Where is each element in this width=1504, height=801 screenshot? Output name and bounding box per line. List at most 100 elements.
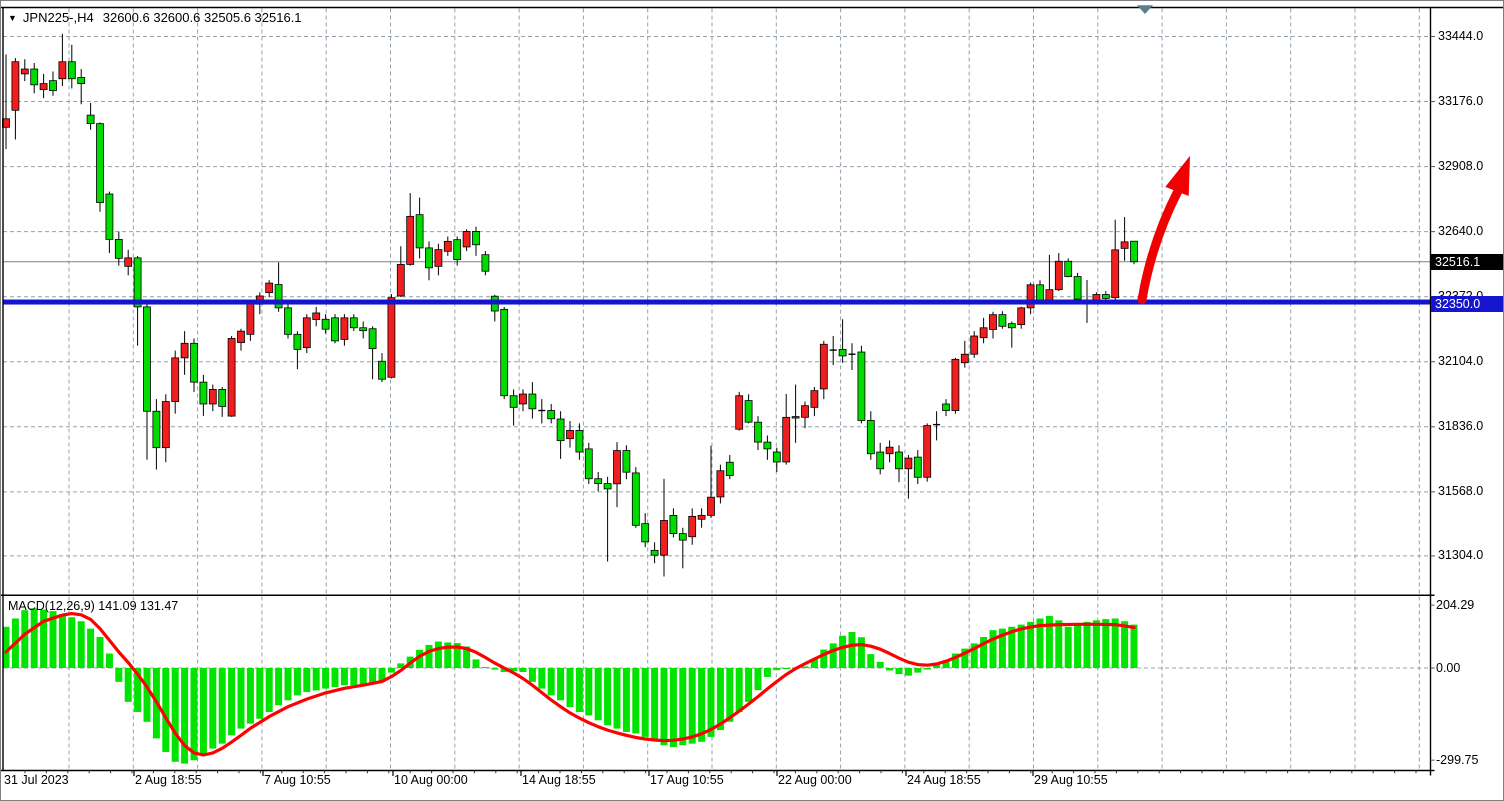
candles — [3, 34, 1138, 577]
candle — [961, 341, 968, 368]
level-price-tag: 32350.0 — [1431, 296, 1504, 312]
candle — [773, 448, 780, 472]
candle — [12, 58, 19, 139]
symbol-dropdown-icon[interactable]: ▼ — [8, 13, 17, 23]
candle — [40, 74, 47, 98]
candle — [698, 508, 705, 527]
current-price-tag: 32516.1 — [1431, 254, 1504, 270]
time-axis-label: 14 Aug 18:55 — [522, 773, 596, 787]
time-axis-label: 7 Aug 10:55 — [264, 773, 331, 787]
candle — [115, 232, 122, 266]
symbol-period-label: JPN225-,H4 — [23, 10, 94, 25]
candle — [200, 375, 207, 416]
candle — [585, 443, 592, 484]
trend-arrow[interactable] — [1142, 191, 1178, 300]
candle — [266, 280, 273, 297]
candle — [426, 241, 433, 280]
candle — [238, 329, 245, 351]
candle — [867, 411, 874, 460]
candle — [144, 304, 151, 459]
candle — [736, 392, 743, 431]
candle — [990, 312, 997, 339]
price-axis-label: 31568.0 — [1438, 484, 1483, 499]
candle — [21, 59, 28, 81]
panel-frame — [1, 8, 1504, 777]
macd-histogram — [3, 608, 1138, 763]
candle — [397, 246, 404, 297]
chart-canvas[interactable] — [1, 1, 1504, 801]
candle — [933, 411, 940, 440]
candle — [97, 122, 104, 211]
candle — [632, 467, 639, 528]
candle — [125, 250, 132, 275]
candle — [924, 423, 931, 481]
price-axis-label: 33444.0 — [1438, 29, 1483, 44]
candle — [360, 321, 367, 338]
candle — [1131, 241, 1138, 264]
candle — [820, 341, 827, 399]
time-axis-label: 22 Aug 00:00 — [778, 773, 852, 787]
candle — [623, 445, 630, 479]
candle — [313, 307, 320, 326]
candle — [510, 389, 517, 425]
candle — [491, 295, 498, 322]
candle — [78, 69, 85, 104]
candle — [905, 455, 912, 499]
macd-axis-label: -299.75 — [1436, 753, 1478, 768]
candle — [59, 34, 66, 86]
candle — [228, 336, 235, 417]
candle — [642, 513, 649, 547]
candle — [980, 318, 987, 343]
candle — [350, 314, 357, 331]
candle — [914, 450, 921, 484]
candle — [783, 394, 790, 465]
candle — [896, 445, 903, 482]
time-marker-icon[interactable] — [1137, 5, 1153, 14]
candle — [369, 326, 376, 379]
candle — [689, 508, 696, 544]
candle — [416, 198, 423, 259]
candle — [538, 399, 545, 423]
candle — [106, 192, 113, 253]
candle — [764, 436, 771, 460]
candle — [1027, 283, 1034, 315]
candle — [1008, 321, 1015, 347]
candle — [473, 227, 480, 256]
mt4-chart-window: ▼ JPN225-,H4 32600.6 32600.6 32505.6 325… — [0, 0, 1504, 801]
candle — [576, 423, 583, 459]
candle — [811, 387, 818, 416]
level-line[interactable] — [3, 300, 1431, 305]
candle — [322, 314, 329, 333]
candle — [162, 394, 169, 462]
candle — [482, 251, 489, 275]
macd-axis-label: 0.00 — [1436, 661, 1460, 676]
ohlc-values: 32600.6 32600.6 32505.6 32516.1 — [103, 10, 302, 25]
candle — [717, 465, 724, 504]
macd-indicator-label: MACD(12,26,9) 141.09 131.47 — [8, 599, 178, 613]
candle — [87, 103, 94, 130]
price-axis-label: 31836.0 — [1438, 419, 1483, 434]
candle — [670, 508, 677, 537]
price-axis-label: 32908.0 — [1438, 159, 1483, 174]
candle — [407, 193, 414, 266]
candle — [285, 304, 292, 338]
candle — [604, 477, 611, 562]
price-axis-label: 32640.0 — [1438, 224, 1483, 239]
candle — [1018, 307, 1025, 329]
time-axis-label: 31 Jul 2023 — [4, 773, 69, 787]
candle — [802, 402, 809, 429]
candle — [792, 385, 799, 443]
candle — [303, 314, 310, 353]
candle — [50, 71, 57, 95]
candle — [755, 416, 762, 450]
candle — [1055, 253, 1062, 291]
price-axis-label: 32104.0 — [1438, 354, 1483, 369]
candle — [435, 244, 442, 276]
candle — [501, 307, 508, 399]
trend-arrow-head[interactable] — [1165, 156, 1190, 196]
candle — [1065, 258, 1072, 277]
time-axis-label: 2 Aug 18:55 — [135, 773, 202, 787]
price-axis-label: 33176.0 — [1438, 94, 1483, 109]
chart-title: ▼ JPN225-,H4 32600.6 32600.6 32505.6 325… — [8, 10, 302, 25]
candle — [830, 336, 837, 365]
